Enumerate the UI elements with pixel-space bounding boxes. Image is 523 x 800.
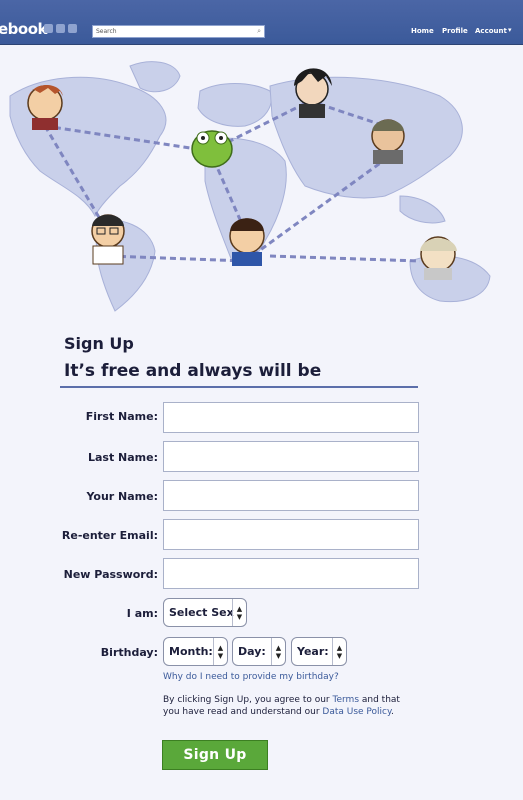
notifications-icon[interactable] <box>68 24 77 33</box>
signup-button[interactable]: Sign Up <box>162 740 268 770</box>
search-input[interactable]: Search ⌕ <box>92 25 265 38</box>
character-right <box>371 119 405 164</box>
route-line <box>269 254 421 263</box>
world-map-graphic <box>9 61 491 312</box>
reenter-email-input[interactable] <box>163 519 419 550</box>
new-password-label: New Password: <box>63 568 158 581</box>
notification-icons <box>44 24 77 33</box>
birth-year-value: Year: <box>297 645 329 658</box>
character-left <box>27 84 63 130</box>
sex-select[interactable]: Select Sex ▲ ▼ <box>163 598 247 627</box>
heading-divider <box>60 386 418 388</box>
terms-text-prefix: By clicking Sign Up, you agree to our <box>163 695 333 705</box>
world-map-illustration <box>0 46 523 326</box>
last-name-input[interactable] <box>163 441 419 472</box>
first-name-label: First Name: <box>85 410 158 423</box>
nav-account-link[interactable]: Account <box>475 27 507 35</box>
messages-icon[interactable] <box>56 24 65 33</box>
greenland-shape <box>129 61 181 93</box>
tagline-heading: It’s free and always will be <box>64 361 322 381</box>
sex-select-value: Select Sex <box>169 606 234 619</box>
friend-requests-icon[interactable] <box>44 24 53 33</box>
signup-heading: Sign Up <box>64 334 134 353</box>
top-navigation-bar: ebook Search ⌕ Home Profile Account ▾ <box>0 0 523 45</box>
why-birthday-link[interactable]: Why do I need to provide my birthday? <box>163 672 339 682</box>
new-password-input[interactable] <box>163 558 419 589</box>
select-arrows-icon: ▲ ▼ <box>213 638 227 665</box>
your-name-label: Your Name: <box>86 490 158 503</box>
select-arrows-icon: ▲ ▼ <box>232 599 246 626</box>
birth-year-select[interactable]: Year: ▲ ▼ <box>291 637 347 666</box>
last-name-label: Last Name: <box>87 451 158 464</box>
site-logo[interactable]: ebook <box>0 20 48 38</box>
southeast-asia-shape <box>399 195 446 224</box>
first-name-input[interactable] <box>163 402 419 433</box>
select-arrows-icon: ▲ ▼ <box>332 638 346 665</box>
search-placeholder: Search <box>96 28 117 35</box>
nav-profile-link[interactable]: Profile <box>442 27 468 35</box>
birth-month-select[interactable]: Month: ▲ ▼ <box>163 637 228 666</box>
your-name-input[interactable] <box>163 480 419 511</box>
birth-day-select[interactable]: Day: ▲ ▼ <box>232 637 286 666</box>
account-dropdown-icon[interactable]: ▾ <box>508 26 512 34</box>
character-glasses <box>91 214 125 265</box>
sex-label: I am: <box>126 607 158 620</box>
nav-home-link[interactable]: Home <box>411 27 434 35</box>
character-bottom-right <box>420 236 457 280</box>
select-arrows-icon: ▲ ▼ <box>271 638 285 665</box>
birth-day-value: Day: <box>238 645 266 658</box>
character-center <box>229 218 265 266</box>
terms-link[interactable]: Terms <box>333 695 360 705</box>
terms-notice: By clicking Sign Up, you agree to our Te… <box>163 694 403 718</box>
birth-month-value: Month: <box>169 645 213 658</box>
reenter-email-label: Re-enter Email: <box>61 529 158 542</box>
europe-shape <box>197 83 272 127</box>
search-icon[interactable]: ⌕ <box>257 27 261 36</box>
character-frog <box>191 130 233 168</box>
birthday-label: Birthday: <box>100 646 158 659</box>
terms-text-suffix: . <box>391 707 394 717</box>
data-use-policy-link[interactable]: Data Use Policy <box>322 707 391 717</box>
